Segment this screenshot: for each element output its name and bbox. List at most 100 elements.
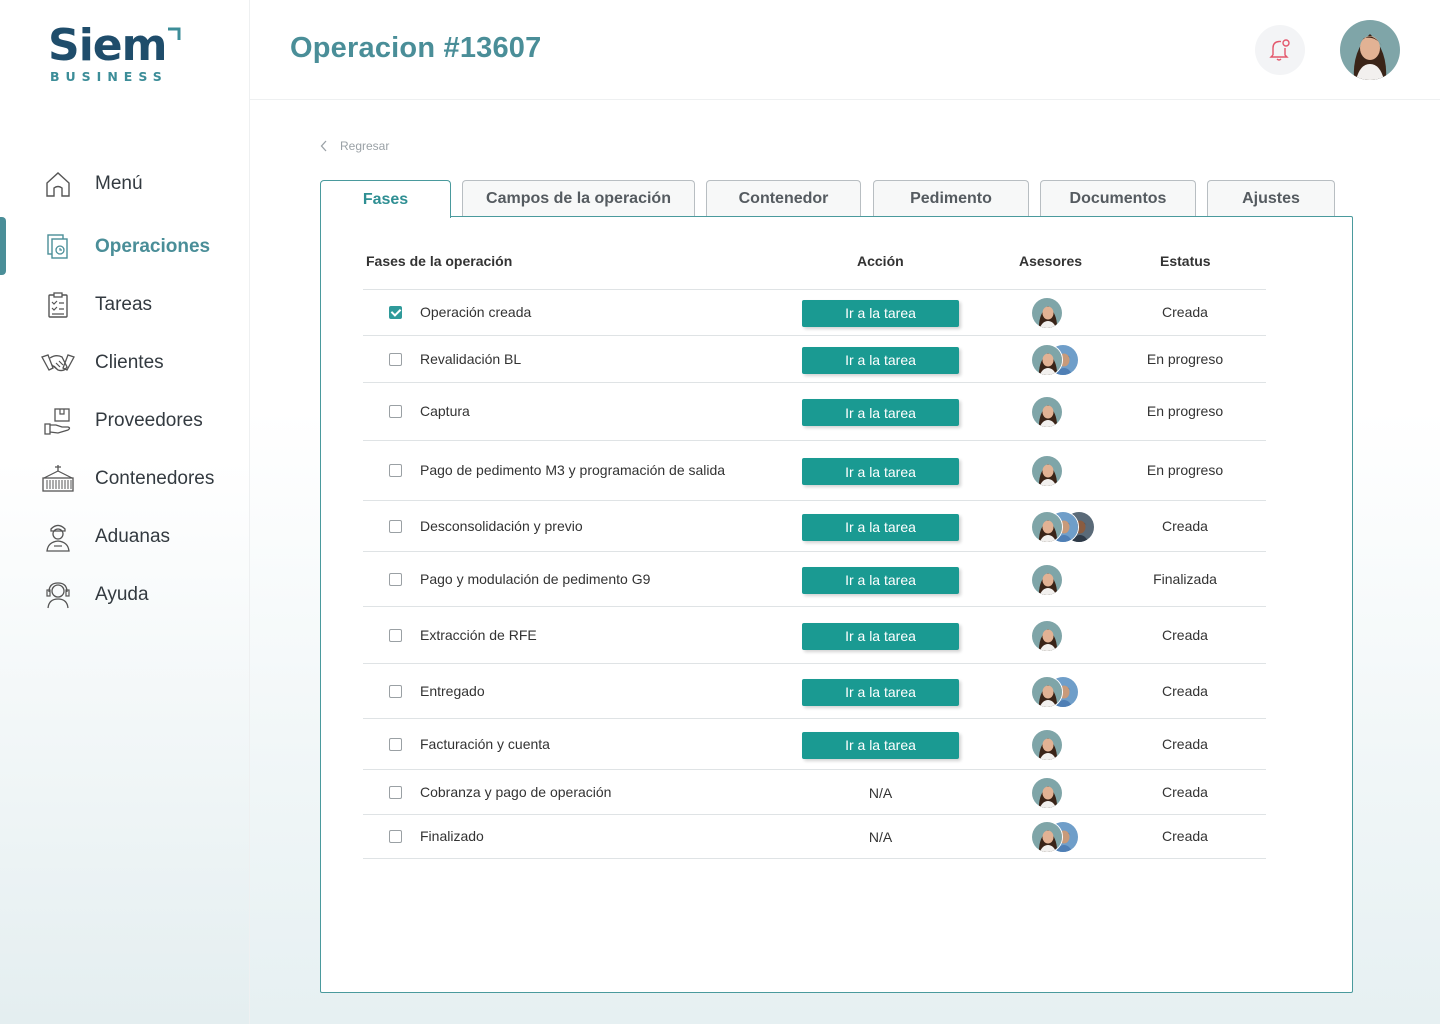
advisor-avatar[interactable]: [1031, 396, 1063, 428]
sidebar-item-contenedores[interactable]: Contenedores: [0, 450, 250, 508]
back-link-label: Regresar: [340, 139, 390, 153]
user-avatar[interactable]: [1340, 20, 1400, 80]
table-row: Pago y modulación de pedimento G9 Ir a la…: [363, 552, 1266, 607]
sidebar: Siem BUSINESS Menú Operaciones Tareas Cl…: [0, 0, 250, 1024]
advisor-avatar[interactable]: [1031, 563, 1063, 596]
sidebar-item-operaciones[interactable]: Operaciones: [0, 218, 250, 276]
header-advisors: Asesores: [1019, 253, 1083, 269]
sidebar-item-label: Menú: [95, 173, 143, 194]
sidebar-item-label: Clientes: [95, 352, 164, 373]
notifications-button[interactable]: [1255, 25, 1305, 75]
tab-documentos[interactable]: Documentos: [1040, 180, 1196, 217]
status-label: En progreso: [1146, 462, 1224, 478]
phase-name: Cobranza y pago de operación: [420, 783, 612, 800]
phase-checkbox[interactable]: [389, 830, 402, 843]
header-phase: Fases de la operación: [366, 253, 513, 269]
phase-checkbox[interactable]: [389, 572, 402, 586]
page-title: Operacion #13607: [290, 32, 542, 64]
phase-name: Entregado: [420, 682, 485, 699]
phase-name: Captura: [420, 403, 470, 419]
advisor-avatar[interactable]: [1031, 675, 1063, 708]
status-label: Creada: [1162, 828, 1208, 844]
phase-name: Desconsolidación y previo: [420, 517, 583, 534]
status-label: Creada: [1162, 783, 1208, 800]
brand-sub: BUSINESS: [50, 69, 168, 84]
sidebar-item-label: Contenedores: [95, 468, 215, 489]
go-to-task-button[interactable]: Ir a la tarea: [802, 731, 959, 759]
advisor-avatar[interactable]: [1031, 296, 1063, 329]
sidebar-item-aduanas[interactable]: Aduanas: [0, 508, 250, 566]
headset-icon: [40, 577, 76, 613]
phase-name: Facturación y cuenta: [420, 735, 550, 752]
phase-checkbox[interactable]: [389, 519, 402, 533]
advisor-avatar[interactable]: [1031, 343, 1063, 376]
tab-pedimento[interactable]: Pedimento: [873, 180, 1029, 217]
back-link[interactable]: Regresar: [320, 139, 389, 153]
table-row: Operación creada Ir a la tarea Creada: [363, 289, 1266, 336]
sidebar-item-menu[interactable]: Menú: [0, 155, 250, 213]
phase-name: Revalidación BL: [420, 350, 522, 367]
tab-bar: Fases Campos de la operación Contenedor …: [320, 180, 1353, 218]
advisor-avatar[interactable]: [1031, 455, 1063, 487]
phase-checkbox[interactable]: [389, 464, 402, 477]
checklist-icon: [40, 287, 76, 323]
table-row: Facturación y cuenta Ir a la tarea Creada: [363, 719, 1266, 770]
advisor-avatar[interactable]: [1031, 821, 1063, 853]
go-to-task-button[interactable]: Ir a la tarea: [802, 399, 959, 426]
go-to-task-button[interactable]: Ir a la tarea: [802, 513, 959, 541]
advisor-avatar[interactable]: [1031, 619, 1063, 652]
phase-name: Finalizado: [420, 828, 484, 844]
status-label: Creada: [1162, 626, 1208, 643]
go-to-task-button[interactable]: Ir a la tarea: [802, 566, 959, 594]
sidebar-item-label: Ayuda: [95, 584, 149, 605]
phase-checkbox[interactable]: [389, 305, 402, 319]
phase-checkbox[interactable]: [389, 737, 402, 751]
tab-contenedor[interactable]: Contenedor: [706, 180, 861, 217]
action-na: N/A: [868, 784, 893, 801]
header-action: Acción: [857, 253, 904, 269]
status-label: En progreso: [1146, 350, 1224, 367]
tab-fases[interactable]: Fases: [320, 180, 451, 218]
go-to-task-button[interactable]: Ir a la tarea: [802, 299, 959, 327]
tab-ajustes[interactable]: Ajustes: [1207, 180, 1335, 217]
sidebar-item-proveedores[interactable]: Proveedores: [0, 392, 250, 450]
table-row: Finalizado N/A Creada: [363, 815, 1266, 859]
advisor-avatar[interactable]: [1031, 510, 1063, 543]
documents-icon: [40, 229, 76, 265]
sidebar-item-tareas[interactable]: Tareas: [0, 276, 250, 334]
bell-icon: [1269, 39, 1290, 61]
advisor-avatar[interactable]: [1031, 728, 1063, 761]
action-na: N/A: [868, 829, 893, 845]
sidebar-item-label: Tareas: [95, 294, 153, 315]
tab-campos-operacion[interactable]: Campos de la operación: [462, 180, 695, 217]
table-row: Revalidación BL Ir a la tarea En progreso: [363, 336, 1266, 383]
table-row: Pago de pedimento M3 y programación de s…: [363, 441, 1266, 501]
table-row: Cobranza y pago de operación N/A Creada: [363, 770, 1266, 815]
sidebar-item-label: Aduanas: [95, 526, 171, 547]
brand-logo[interactable]: Siem BUSINESS: [48, 22, 188, 86]
phase-name: Pago y modulación de pedimento G9: [420, 570, 651, 587]
officer-icon: [40, 519, 76, 555]
phase-checkbox[interactable]: [389, 352, 402, 366]
sidebar-item-clientes[interactable]: Clientes: [0, 334, 250, 392]
advisor-avatar[interactable]: [1031, 776, 1063, 809]
phase-checkbox[interactable]: [389, 628, 402, 642]
sidebar-item-ayuda[interactable]: Ayuda: [0, 566, 250, 624]
phase-checkbox[interactable]: [389, 785, 402, 799]
phase-checkbox[interactable]: [389, 405, 402, 418]
phase-name: Extracción de RFE: [420, 626, 537, 643]
go-to-task-button[interactable]: Ir a la tarea: [802, 346, 959, 374]
sidebar-item-label: Operaciones: [95, 236, 211, 257]
status-label: En progreso: [1146, 403, 1224, 419]
phases-panel: Fases de la operación Acción Asesores Es…: [320, 216, 1353, 993]
status-label: Creada: [1162, 517, 1208, 534]
sidebar-item-label: Proveedores: [95, 410, 203, 431]
status-label: Creada: [1162, 303, 1208, 320]
go-to-task-button[interactable]: Ir a la tarea: [802, 622, 959, 650]
go-to-task-button[interactable]: Ir a la tarea: [802, 458, 959, 485]
package-hand-icon: [40, 403, 76, 439]
phase-checkbox[interactable]: [389, 684, 402, 698]
table-row: Extracción de RFE Ir a la tarea Creada: [363, 607, 1266, 664]
go-to-task-button[interactable]: Ir a la tarea: [802, 678, 959, 706]
table-row: Desconsolidación y previo Ir a la tarea Cr…: [363, 501, 1266, 552]
